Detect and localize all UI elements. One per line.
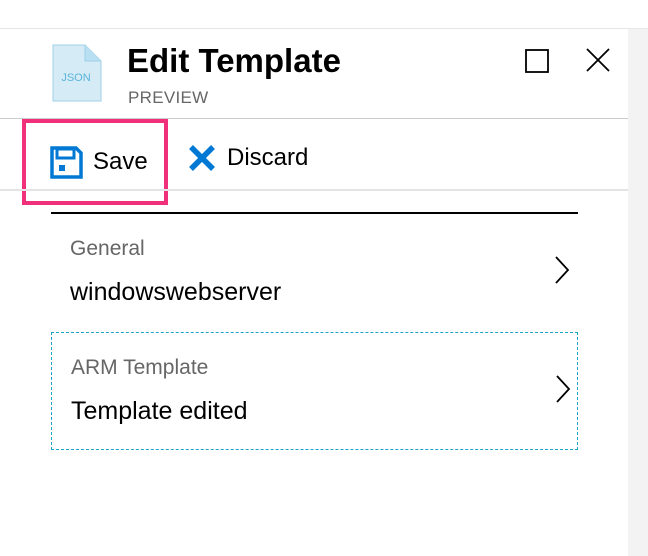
maximize-button[interactable]: [520, 46, 554, 76]
discard-label: Discard: [227, 144, 309, 171]
close-icon: [586, 48, 610, 72]
save-icon: [50, 146, 83, 179]
edit-template-page: JSON Edit Template PREVIEW Save Discard …: [0, 0, 648, 556]
close-button[interactable]: [580, 44, 616, 78]
json-file-icon: JSON: [52, 44, 102, 102]
general-item[interactable]: General windowswebserver: [51, 212, 578, 330]
edit-template-blade: JSON Edit Template PREVIEW Save Discard …: [0, 29, 628, 556]
toolbar-divider: [0, 189, 628, 191]
save-label: Save: [93, 148, 148, 175]
arm-template-item[interactable]: ARM Template Template edited: [51, 332, 578, 450]
general-label: General: [70, 237, 145, 260]
blade-header: JSON Edit Template PREVIEW: [0, 29, 628, 118]
right-scroll-area: [628, 29, 648, 556]
discard-button[interactable]: Discard: [184, 119, 324, 191]
command-bar: Save Discard: [0, 119, 628, 205]
general-value: windowswebserver: [70, 278, 282, 306]
json-file-icon-text: JSON: [61, 72, 90, 84]
blade-title: Edit Template: [127, 42, 341, 79]
chevron-right-icon: [555, 256, 570, 284]
save-button[interactable]: Save: [22, 119, 168, 205]
top-bar: [0, 0, 648, 29]
arm-template-label: ARM Template: [71, 356, 209, 379]
maximize-icon: [525, 49, 549, 73]
blade-subtitle: PREVIEW: [128, 88, 209, 107]
chevron-right-icon: [556, 375, 571, 403]
arm-template-value: Template edited: [71, 397, 248, 425]
discard-x-icon: [189, 145, 215, 171]
